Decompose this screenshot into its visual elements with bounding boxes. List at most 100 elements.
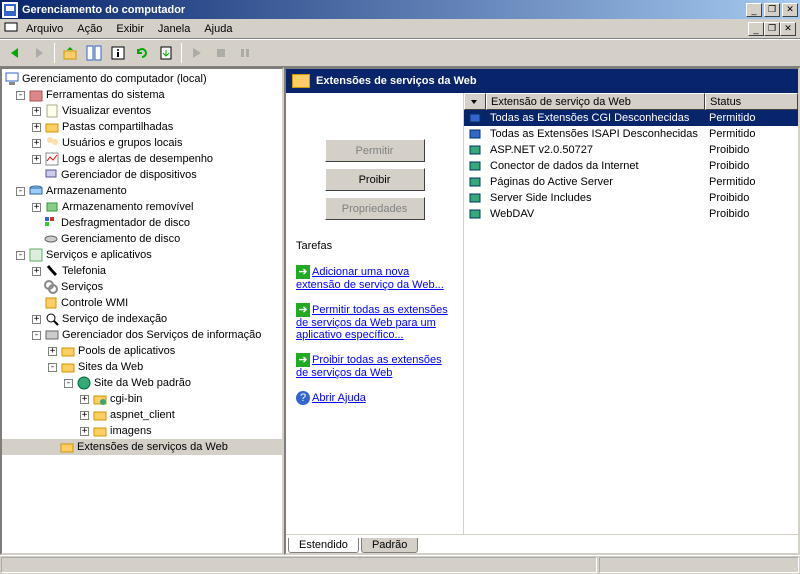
collapse-icon[interactable]: - [64, 379, 73, 388]
refresh-button[interactable] [131, 42, 153, 64]
list-row[interactable]: Todas as Extensões CGI DesconhecidasPerm… [464, 110, 798, 126]
tree-label: Serviços [61, 281, 103, 293]
back-button[interactable] [4, 42, 26, 64]
col-status[interactable]: Status [705, 93, 798, 110]
tree-ext-serv-web[interactable]: Extensões de serviços da Web [2, 439, 282, 455]
tree-desfrag[interactable]: Desfragmentador de disco [2, 215, 282, 231]
propriedades-button[interactable]: Propriedades [325, 197, 425, 220]
expand-icon[interactable]: + [80, 395, 89, 404]
forward-button[interactable] [28, 42, 50, 64]
tree-aspnet-client[interactable]: + aspnet_client [2, 407, 282, 423]
tree-pools[interactable]: + Pools de aplicativos [2, 343, 282, 359]
up-button[interactable] [59, 42, 81, 64]
window-title: Gerenciamento do computador [22, 4, 746, 16]
mdi-restore-button[interactable]: ❐ [764, 22, 780, 36]
show-hide-tree-button[interactable] [83, 42, 105, 64]
menu-janela[interactable]: Janela [152, 21, 196, 37]
col-icon[interactable] [464, 93, 486, 110]
expand-icon[interactable]: + [80, 427, 89, 436]
telephony-icon [44, 263, 60, 279]
list-row[interactable]: Conector de dados da InternetProibido [464, 158, 798, 174]
collapse-icon[interactable]: - [48, 363, 57, 372]
tree-root[interactable]: Gerenciamento do computador (local) [2, 71, 282, 87]
link-allow-all[interactable]: ➔Permitir todas as extensões de serviços… [296, 303, 453, 341]
collapse-icon[interactable]: - [16, 187, 25, 196]
ext-status: Permitido [705, 176, 798, 188]
permitir-button[interactable]: Permitir [325, 139, 425, 162]
tree-pastas-comp[interactable]: +Pastas compartilhadas [2, 119, 282, 135]
link-open-help[interactable]: ?Abrir Ajuda [296, 391, 453, 405]
list-row[interactable]: Todas as Extensões ISAPI DesconhecidasPe… [464, 126, 798, 142]
menu-arquivo[interactable]: Arquivo [20, 21, 69, 37]
list-row[interactable]: Server Side IncludesProibido [464, 190, 798, 206]
tree-pane[interactable]: Gerenciamento do computador (local) -Fer… [0, 67, 284, 555]
mdi-close-button[interactable]: ✕ [780, 22, 796, 36]
export-button[interactable] [155, 42, 177, 64]
menu-ajuda[interactable]: Ajuda [198, 21, 238, 37]
ext-name: Todas as Extensões CGI Desconhecidas [486, 112, 705, 124]
tree-armazenamento[interactable]: -Armazenamento [2, 183, 282, 199]
tree-logs-alertas[interactable]: +Logs e alertas de desempenho [2, 151, 282, 167]
tree-label: cgi-bin [110, 393, 142, 405]
list-row[interactable]: Páginas do Active ServerPermitido [464, 174, 798, 190]
tab-estendido[interactable]: Estendido [288, 538, 359, 553]
stop-button[interactable] [210, 42, 232, 64]
proibir-button[interactable]: Proibir [325, 168, 425, 191]
tree-gerenc-disp[interactable]: Gerenciador de dispositivos [2, 167, 282, 183]
tree-controle-wmi[interactable]: Controle WMI [2, 295, 282, 311]
tools-icon [28, 87, 44, 103]
mdi-minimize-button[interactable]: _ [748, 22, 764, 36]
expand-icon[interactable]: + [48, 347, 57, 356]
tree-telefonia[interactable]: +Telefonia [2, 263, 282, 279]
tree-gerenc-iis[interactable]: -Gerenciador dos Serviços de informação [2, 327, 282, 343]
tab-padrao[interactable]: Padrão [361, 538, 418, 553]
pause-button[interactable] [234, 42, 256, 64]
expand-icon[interactable]: + [80, 411, 89, 420]
sort-icon [469, 97, 479, 107]
expand-icon[interactable]: + [32, 315, 41, 324]
expand-icon[interactable]: + [32, 139, 41, 148]
tree-armaz-rem[interactable]: +Armazenamento removível [2, 199, 282, 215]
link-deny-all[interactable]: ➔Proibir todas as extensões de serviços … [296, 353, 453, 379]
restore-button[interactable]: ❐ [764, 3, 780, 17]
expand-icon[interactable]: + [32, 203, 41, 212]
tree-cgi-bin[interactable]: + cgi-bin [2, 391, 282, 407]
vdir-icon [92, 391, 108, 407]
tree-visualizar-eventos[interactable]: +Visualizar eventos [2, 103, 282, 119]
expand-icon[interactable]: + [32, 123, 41, 132]
expand-icon[interactable]: + [32, 107, 41, 116]
collapse-icon[interactable]: - [16, 91, 25, 100]
expand-icon[interactable]: + [32, 267, 41, 276]
menu-exibir[interactable]: Exibir [110, 21, 150, 37]
link-add-extension[interactable]: ➔Adicionar uma nova extensão de serviço … [296, 265, 453, 291]
toolbar-separator [181, 43, 182, 63]
tree-sites-web[interactable]: -Sites da Web [2, 359, 282, 375]
computer-icon [4, 71, 20, 87]
tree-gerenc-disco[interactable]: Gerenciamento de disco [2, 231, 282, 247]
tree-servicos-apps[interactable]: -Serviços e aplicativos [2, 247, 282, 263]
menu-acao[interactable]: Ação [71, 21, 108, 37]
tree-usuarios-grupos[interactable]: +Usuários e grupos locais [2, 135, 282, 151]
tree-label: aspnet_client [110, 409, 175, 421]
tree-imagens[interactable]: +imagens [2, 423, 282, 439]
list-body: Todas as Extensões CGI Desconhecidas Perm… [464, 110, 798, 222]
collapse-icon[interactable]: - [16, 251, 25, 260]
minimize-button[interactable]: _ [746, 3, 762, 17]
ext-status: Proibido [705, 160, 798, 172]
link-label: Adicionar uma nova extensão de serviço d… [296, 266, 444, 291]
list-row[interactable]: WebDAVProibido [464, 206, 798, 222]
collapse-icon[interactable]: - [32, 331, 41, 340]
expand-icon[interactable]: + [32, 155, 41, 164]
tree-serv-index[interactable]: +Serviço de indexação [2, 311, 282, 327]
list-row[interactable]: ASP.NET v2.0.50727Proibido [464, 142, 798, 158]
play-button[interactable] [186, 42, 208, 64]
col-extension[interactable]: Extensão de serviço da Web [486, 93, 705, 110]
properties-button[interactable] [107, 42, 129, 64]
tree-site-padrao[interactable]: -Site da Web padrão [2, 375, 282, 391]
tree-label: Pools de aplicativos [78, 345, 175, 357]
tree-servicos[interactable]: Serviços [2, 279, 282, 295]
storage-icon [28, 183, 44, 199]
tree-ferramentas[interactable]: -Ferramentas do sistema [2, 87, 282, 103]
close-button[interactable]: ✕ [782, 3, 798, 17]
app-pool-icon [60, 343, 76, 359]
